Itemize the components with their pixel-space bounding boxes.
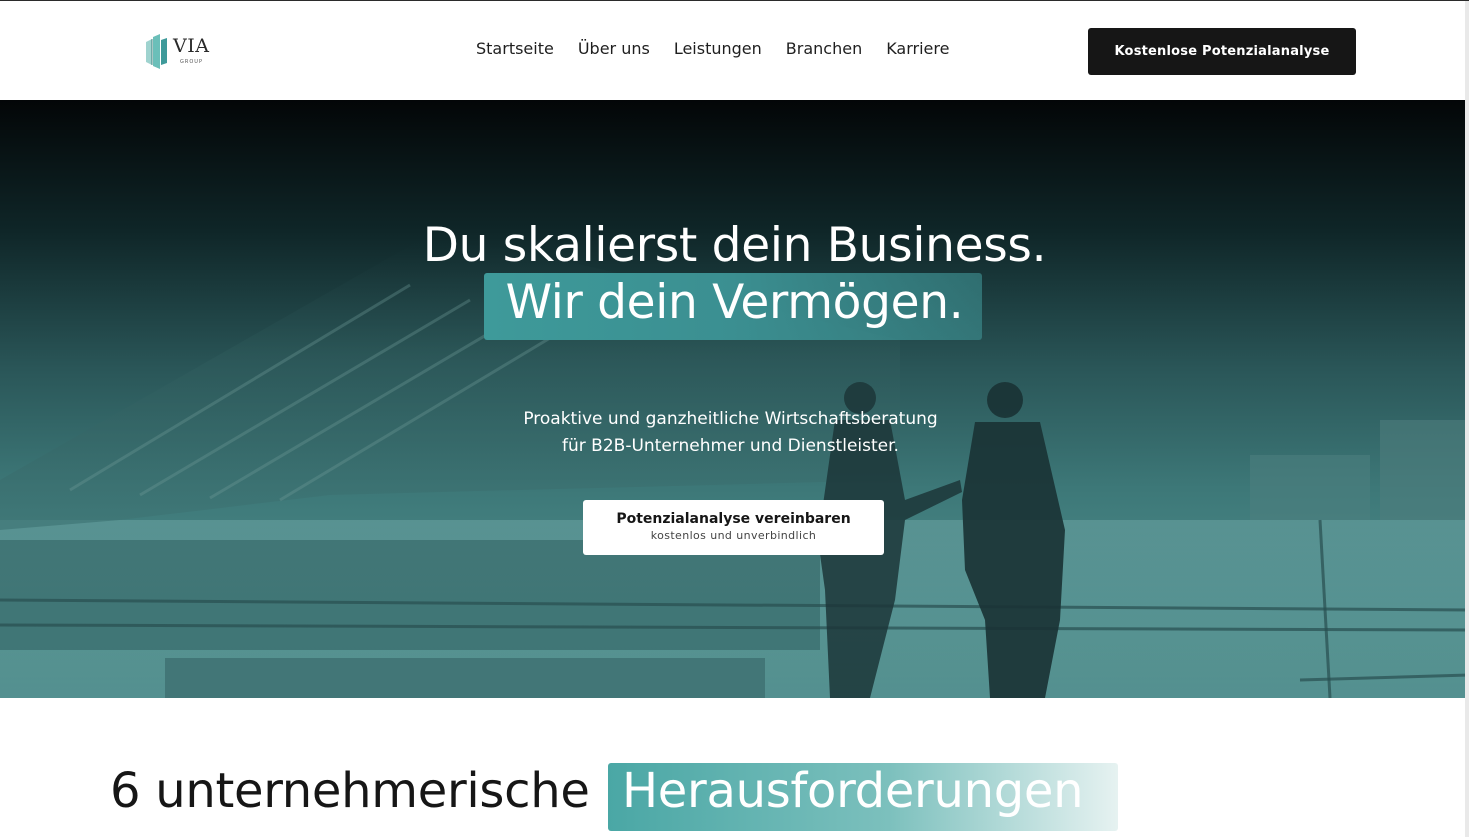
hero-title-line2: Wir dein Vermögen.	[505, 275, 964, 330]
nav-item-ueber-uns[interactable]: Über uns	[578, 39, 650, 58]
nav-item-branchen[interactable]: Branchen	[786, 39, 862, 58]
brand-name: VIA	[173, 35, 210, 57]
page-scrollbar[interactable]	[1465, 1, 1469, 837]
via-group-logo-icon	[146, 34, 167, 69]
page: VIA GROUP Startseite Über uns Leistungen…	[0, 0, 1469, 837]
hero-cta-sublabel: kostenlos und unverbindlich	[650, 529, 817, 542]
brand-subname: GROUP	[180, 59, 203, 65]
hero-cta-label: Potenzialanalyse vereinbaren	[616, 511, 851, 527]
main-nav: Startseite Über uns Leistungen Branchen …	[476, 39, 949, 58]
nav-item-startseite[interactable]: Startseite	[476, 39, 554, 58]
section-title: 6 unternehmerische	[110, 763, 590, 819]
hero-title-line1: Du skalierst dein Business.	[422, 218, 1047, 273]
site-header: VIA GROUP Startseite Über uns Leistungen…	[0, 1, 1469, 100]
hero-subtitle-line2: für B2B-Unternehmer und Dienstleister.	[562, 436, 899, 456]
header-cta-button[interactable]: Kostenlose Potenzialanalyse	[1088, 28, 1356, 75]
section-title-highlighted-word: Herausforderungen	[622, 763, 1084, 819]
brand-logo[interactable]: VIA GROUP	[143, 33, 219, 71]
hero-cta-button[interactable]: Potenzialanalyse vereinbaren kostenlos u…	[583, 500, 884, 555]
hero-subtitle-line1: Proaktive und ganzheitliche Wirtschaftsb…	[523, 409, 938, 429]
hero-subtitle: Proaktive und ganzheitliche Wirtschaftsb…	[0, 406, 1461, 460]
nav-item-karriere[interactable]: Karriere	[886, 39, 949, 58]
hero-section: Du skalierst dein Business. Wir dein Ver…	[0, 100, 1469, 698]
hero-background-photo	[0, 240, 1469, 698]
nav-item-leistungen[interactable]: Leistungen	[674, 39, 762, 58]
